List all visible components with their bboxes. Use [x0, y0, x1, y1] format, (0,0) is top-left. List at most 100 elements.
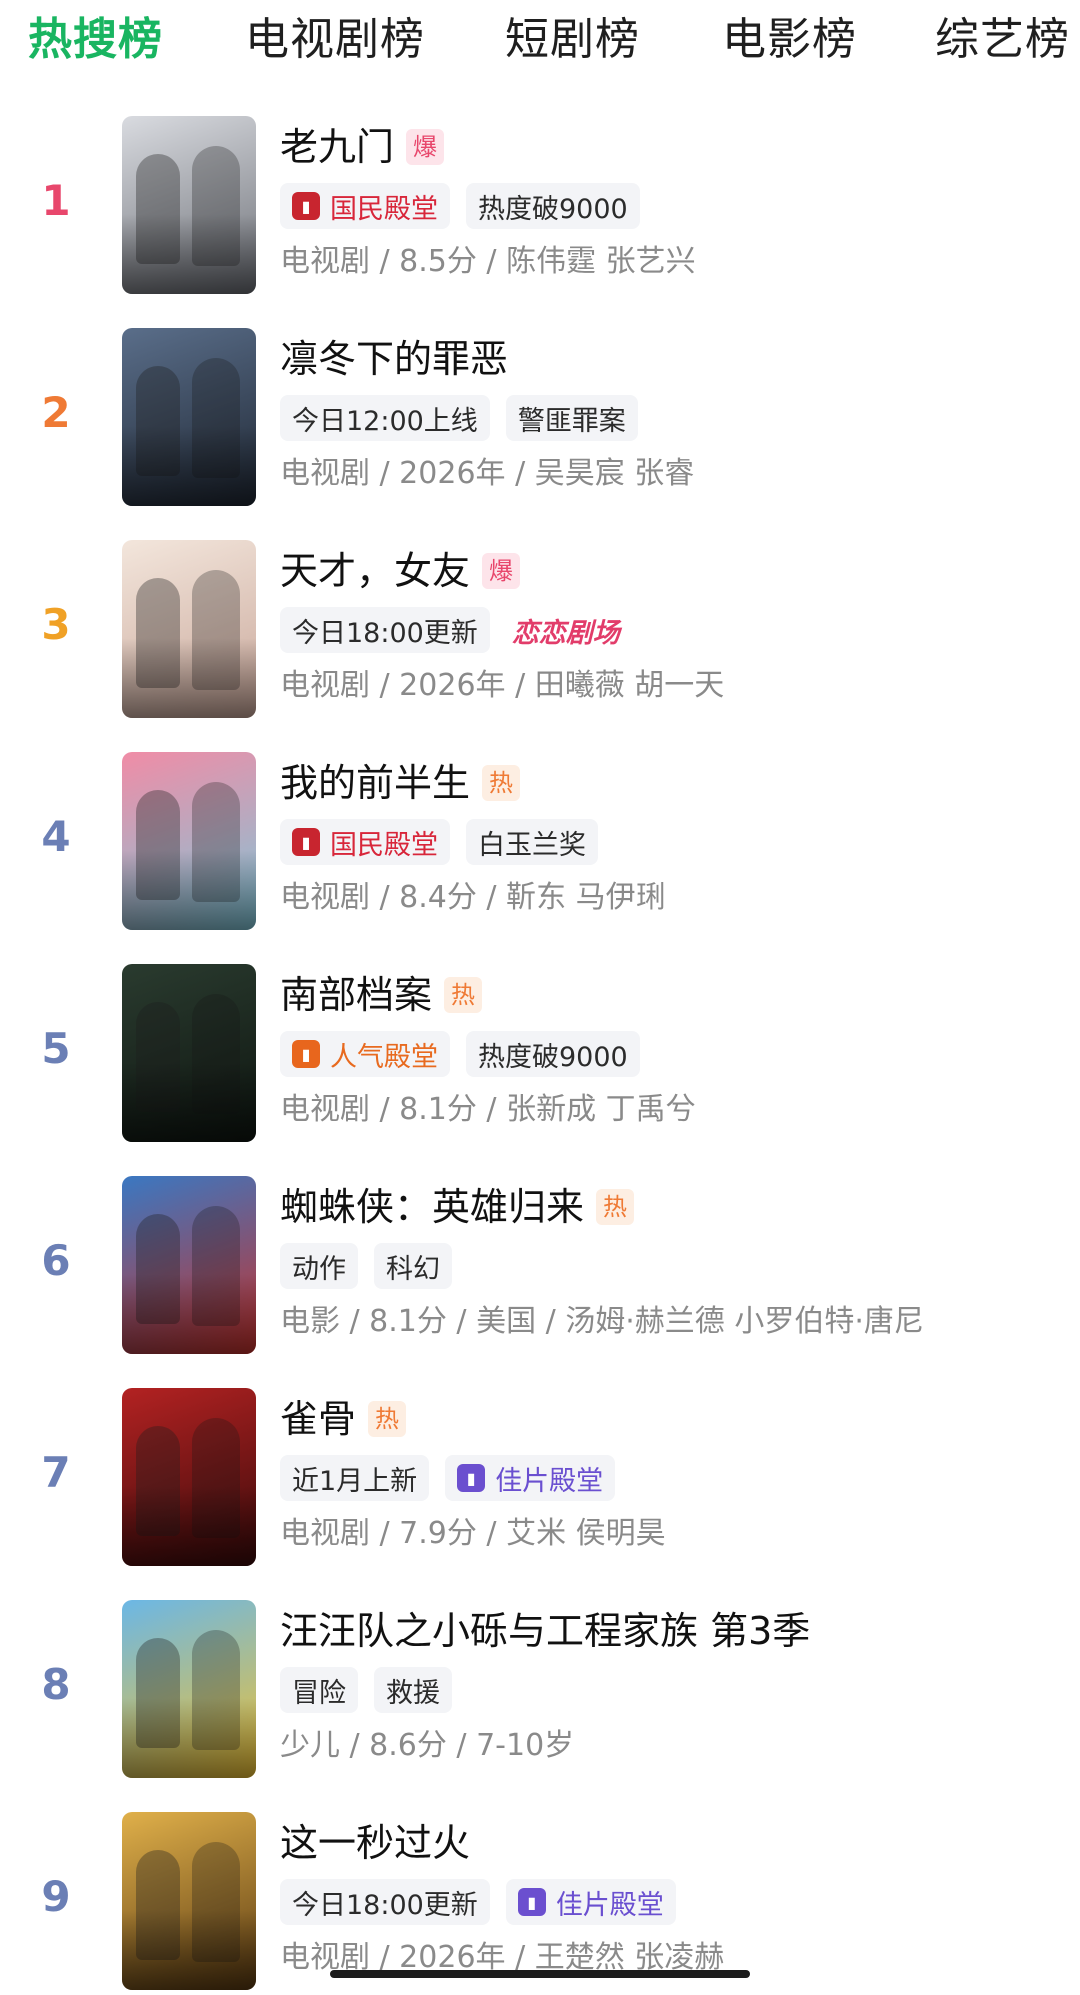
item-tag[interactable]: 警匪罪案: [505, 395, 638, 441]
item-meta: 电视剧 / 8.1分 / 张新成 丁禹兮: [280, 1092, 696, 1127]
tag-line: 动作 科幻: [280, 1243, 468, 1289]
item-title[interactable]: 蜘蛛侠：英雄归来: [280, 1180, 584, 1234]
ranking-page: 热搜榜 电视剧榜 短剧榜 电影榜 综艺榜 1 老九门爆 ▮ 国民殿堂 热度破9000 电视…: [0, 0, 1080, 1995]
heat-badge: 热: [368, 1401, 407, 1437]
item-tag[interactable]: 今日12:00上线: [280, 395, 490, 441]
item-title[interactable]: 雀骨: [280, 1392, 356, 1446]
list-item[interactable]: 6 蜘蛛侠：英雄归来热动作 科幻 电影 / 8.1分 / 美国 / 汤姆·赫兰德 小罗…: [0, 1176, 1080, 1388]
tab-variety[interactable]: 综艺榜: [935, 8, 1070, 72]
heat-badge: 热: [444, 977, 483, 1013]
rank-number: 7: [41, 1448, 71, 1497]
tag-label: 冒险: [292, 1677, 346, 1709]
item-title[interactable]: 这一秒过火: [280, 1816, 470, 1870]
item-tag[interactable]: 热度破9000: [466, 183, 640, 229]
list-item[interactable]: 4 我的前半生热 ▮ 国民殿堂 白玉兰奖 电视剧 / 8.4分 / 靳东 马伊琍: [0, 752, 1080, 964]
rank-number: 6: [41, 1236, 71, 1285]
tag-label: 国民殿堂: [330, 193, 438, 225]
rank-number: 9: [41, 1872, 71, 1921]
tag-line: ▮ 国民殿堂 白玉兰奖: [280, 819, 614, 865]
tag-label: 近1月上新: [292, 1465, 418, 1497]
title-line: 这一秒过火: [280, 1816, 470, 1870]
poster-image[interactable]: [122, 1600, 256, 1778]
item-meta: 电视剧 / 2026年 / 吴昊宸 张睿: [280, 456, 695, 491]
title-line: 汪汪队之小砾与工程家族 第3季: [280, 1604, 810, 1658]
tag-label: 佳片殿堂: [555, 1889, 664, 1921]
tag-label: 热度破9000: [478, 193, 628, 225]
poster-image[interactable]: [122, 1388, 256, 1566]
item-meta: 电影 / 8.1分 / 美国 / 汤姆·赫兰德 小罗伯特·唐尼: [280, 1304, 924, 1339]
item-tag[interactable]: ▮ 佳片殿堂: [445, 1455, 616, 1501]
item-tag[interactable]: 热度破9000: [466, 1031, 640, 1077]
item-tag[interactable]: ▮ 国民殿堂: [280, 183, 450, 229]
list-item[interactable]: 3 天才，女友爆今日18:00更新 恋恋剧场 电视剧 / 2026年 / 田曦薇 胡一…: [0, 540, 1080, 752]
item-tag[interactable]: 恋恋剧场: [506, 607, 626, 653]
item-tag[interactable]: 冒险: [280, 1667, 358, 1713]
title-line: 我的前半生热: [280, 756, 521, 810]
item-meta: 电视剧 / 8.5分 / 陈伟霆 张艺兴: [280, 244, 696, 279]
poster-image[interactable]: [122, 1176, 256, 1354]
tag-line: 今日12:00上线 警匪罪案: [280, 395, 654, 441]
poster-graphic: [122, 1697, 256, 1778]
item-meta: 电视剧 / 7.9分 / 艾米 侯明昊: [280, 1516, 666, 1551]
poster-image[interactable]: [122, 964, 256, 1142]
tag-line: 今日18:00更新 恋恋剧场: [280, 607, 642, 653]
heat-badge: 爆: [406, 129, 445, 165]
item-tag[interactable]: ▮ 佳片殿堂: [505, 1879, 676, 1925]
item-title[interactable]: 凛冬下的罪恶: [280, 332, 508, 386]
tag-label: 今日18:00更新: [292, 1889, 478, 1921]
list-item[interactable]: 1 老九门爆 ▮ 国民殿堂 热度破9000 电视剧 / 8.5分 / 陈伟霆 张艺兴: [0, 116, 1080, 328]
item-tag[interactable]: 动作: [280, 1243, 358, 1289]
list-item[interactable]: 7 雀骨热近1月上新 ▮ 佳片殿堂电视剧 / 7.9分 / 艾米 侯明昊: [0, 1388, 1080, 1600]
tag-label: 国民殿堂: [330, 829, 438, 861]
list-item[interactable]: 5 南部档案热 ▮ 人气殿堂 热度破9000 电视剧 / 8.1分 / 张新成 丁禹兮: [0, 964, 1080, 1176]
tag-line: 今日18:00更新 ▮ 佳片殿堂: [280, 1879, 692, 1925]
tag-label: 热度破9000: [478, 1041, 628, 1073]
item-tag[interactable]: 今日18:00更新: [280, 1879, 490, 1925]
item-meta: 电视剧 / 8.4分 / 靳东 马伊琍: [280, 880, 666, 915]
title-line: 南部档案热: [280, 968, 483, 1022]
poster-image[interactable]: [122, 116, 256, 294]
item-tag[interactable]: ▮ 人气殿堂: [280, 1031, 450, 1077]
poster-image[interactable]: [122, 328, 256, 506]
item-tag[interactable]: ▮ 国民殿堂: [280, 819, 450, 865]
rank-number: 1: [41, 176, 71, 225]
hall-badge-icon: ▮: [292, 192, 320, 220]
item-tag[interactable]: 今日18:00更新: [280, 607, 490, 653]
item-tag[interactable]: 救援: [374, 1667, 452, 1713]
item-title[interactable]: 天才，女友: [280, 544, 470, 598]
item-title[interactable]: 汪汪队之小砾与工程家族 第3季: [280, 1604, 810, 1658]
title-line: 凛冬下的罪恶: [280, 332, 508, 386]
poster-graphic: [122, 637, 256, 718]
item-tag[interactable]: 近1月上新: [280, 1455, 430, 1501]
tag-label: 动作: [292, 1253, 346, 1285]
poster-image[interactable]: [122, 752, 256, 930]
tag-label: 今日18:00更新: [292, 617, 478, 649]
tab-hot-search[interactable]: 热搜榜: [28, 8, 163, 72]
hall-badge-icon: ▮: [292, 1040, 320, 1068]
tab-tv-series[interactable]: 电视剧榜: [245, 8, 425, 72]
poster-image[interactable]: [122, 540, 256, 718]
poster-image[interactable]: [122, 1812, 256, 1990]
item-tag[interactable]: 科幻: [374, 1243, 452, 1289]
tab-movie[interactable]: 电影榜: [722, 8, 857, 72]
list-item[interactable]: 9 这一秒过火 今日18:00更新 ▮ 佳片殿堂 电视剧 / 2026年 / 王楚然 张凌…: [0, 1812, 1080, 1995]
item-title[interactable]: 我的前半生: [280, 756, 470, 810]
item-title[interactable]: 南部档案: [280, 968, 432, 1022]
poster-graphic: [122, 1909, 256, 1990]
rank-number: 3: [41, 600, 71, 649]
tab-short-drama[interactable]: 短剧榜: [505, 8, 640, 72]
hall-badge-icon: ▮: [292, 828, 320, 856]
heat-badge: 爆: [482, 553, 521, 589]
tag-label: 白玉兰奖: [478, 829, 586, 861]
poster-graphic: [122, 213, 256, 294]
tag-label: 警匪罪案: [517, 405, 626, 437]
list-item[interactable]: 8 汪汪队之小砾与工程家族 第3季 冒险 救援 少儿 / 8.6分 / 7-10岁: [0, 1600, 1080, 1812]
item-title[interactable]: 老九门: [280, 120, 394, 174]
tag-label: 佳片殿堂: [495, 1465, 604, 1497]
list-item[interactable]: 2 凛冬下的罪恶 今日12:00上线 警匪罪案 电视剧 / 2026年 / 吴昊宸 张睿: [0, 328, 1080, 540]
tag-line: ▮ 国民殿堂 热度破9000: [280, 183, 656, 229]
tag-label: 科幻: [386, 1253, 440, 1285]
heat-badge: 热: [482, 765, 521, 801]
item-tag[interactable]: 白玉兰奖: [466, 819, 598, 865]
tag-line: 冒险 救援: [280, 1667, 468, 1713]
